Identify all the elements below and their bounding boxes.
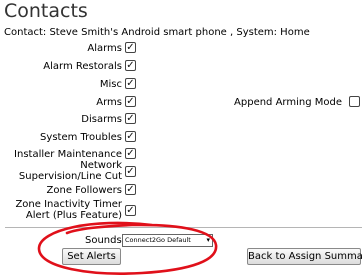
installer-maintenance-label: Installer Maintenance [14,149,122,160]
network-supervision-checkbox[interactable]: ✓ [125,166,136,177]
checkmark-icon: ✓ [126,42,135,53]
append-arming-mode-label: Append Arming Mode [234,97,342,108]
checkmark-icon: ✓ [126,113,135,124]
back-to-assign-summary-button[interactable]: Back to Assign Summary [247,248,362,265]
arms-checkbox[interactable]: ✓ [125,96,136,107]
append-arming-mode-checkbox[interactable] [349,96,360,107]
alarm-restorals-label: Alarm Restorals [43,61,122,72]
checkmark-icon: ✓ [126,184,135,195]
disarms-label: Disarms [81,114,122,125]
network-supervision-label: Network Supervision/Line Cut [18,160,122,182]
misc-label: Misc [99,79,122,90]
checkmark-icon: ✓ [126,78,135,89]
disarms-checkbox[interactable]: ✓ [125,113,136,124]
zone-inactivity-timer-checkbox[interactable]: ✓ [125,205,136,216]
checkmark-icon: ✓ [126,60,135,71]
zone-inactivity-timer-label: Zone Inactivity Timer Alert (Plus Featur… [15,199,122,221]
misc-checkbox[interactable]: ✓ [125,78,136,89]
checkmark-icon: ✓ [126,131,135,142]
checkmark-icon: ✓ [126,205,135,216]
alarms-checkbox[interactable]: ✓ [125,42,136,53]
zone-followers-checkbox[interactable]: ✓ [125,184,136,195]
installer-maintenance-checkbox[interactable]: ✓ [125,148,136,159]
page-title: Contacts [4,0,88,22]
contact-info: Contact: Steve Smith's Android smart pho… [4,27,310,38]
annotation-ellipse [37,221,218,275]
alarms-label: Alarms [87,43,122,54]
checkmark-icon: ✓ [126,166,135,177]
arms-label: Arms [96,97,122,108]
checkmark-icon: ✓ [126,96,135,107]
system-troubles-checkbox[interactable]: ✓ [125,131,136,142]
checkmark-icon: ✓ [126,148,135,159]
zone-followers-label: Zone Followers [46,185,122,196]
alarm-restorals-checkbox[interactable]: ✓ [125,60,136,71]
system-troubles-label: System Troubles [40,132,122,143]
